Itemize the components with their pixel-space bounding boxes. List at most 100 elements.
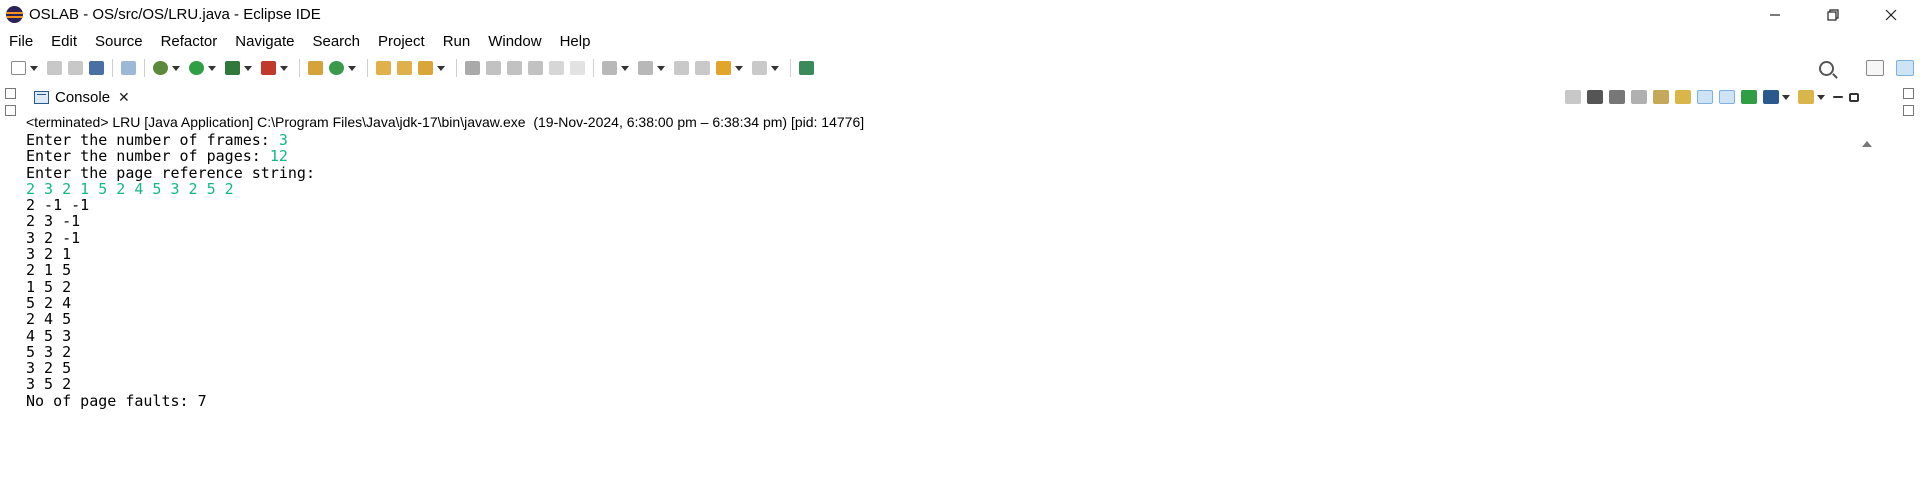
show-on-stdout-icon[interactable] [1675, 90, 1691, 104]
new-package-icon[interactable] [308, 61, 323, 75]
previous-annotation-icon[interactable] [638, 61, 653, 75]
open-type-icon[interactable] [376, 61, 391, 75]
coverage-icon[interactable] [225, 61, 240, 75]
menu-edit[interactable]: Edit [42, 33, 86, 50]
scroll-up-arrow-icon[interactable] [1862, 141, 1872, 147]
external-tools-icon[interactable] [261, 61, 276, 75]
chevron-down-icon[interactable] [172, 65, 180, 71]
skip-breakpoints-icon[interactable] [121, 61, 136, 75]
console-line: Enter the page reference string: [26, 164, 1876, 181]
toggle-highlight-icon[interactable] [486, 61, 501, 75]
console-tab-bar: Console ✕ [20, 82, 1876, 112]
terminate-icon[interactable] [1565, 90, 1581, 104]
chevron-down-icon[interactable] [244, 65, 252, 71]
chevron-down-icon[interactable] [735, 65, 743, 71]
pin-editor-icon[interactable] [799, 61, 814, 75]
open-console-icon[interactable] [1798, 90, 1814, 104]
chevron-down-icon[interactable] [621, 65, 629, 71]
toggle-annotation-icon[interactable] [465, 61, 480, 75]
chevron-down-icon[interactable] [1817, 94, 1825, 100]
open-task-icon[interactable] [397, 61, 412, 75]
java-perspective-icon[interactable] [1896, 60, 1914, 76]
console-line: 1 5 2 [26, 279, 1876, 295]
show-whitespace-icon[interactable] [549, 61, 564, 75]
right-trim [1896, 82, 1920, 504]
open-perspective-icon[interactable] [1866, 60, 1884, 76]
package-explorer-icon[interactable] [4, 105, 16, 116]
chevron-down-icon[interactable] [1782, 94, 1790, 100]
back-icon[interactable] [716, 61, 731, 75]
restore-button[interactable] [1804, 0, 1862, 29]
console-output[interactable]: Enter the number of frames: 3 Enter the n… [20, 132, 1876, 409]
debug-icon[interactable] [153, 61, 168, 75]
menu-source[interactable]: Source [86, 33, 152, 50]
show-whitespace-icon[interactable] [570, 61, 585, 75]
restore-view-icon[interactable] [1902, 88, 1914, 99]
close-button[interactable] [1862, 0, 1920, 29]
menu-file[interactable]: File [0, 33, 42, 50]
console-user-input: 2 3 2 1 5 2 4 5 3 2 5 2 [26, 179, 234, 198]
toolbar-divider [593, 59, 594, 77]
close-tab-icon[interactable]: ✕ [118, 89, 130, 106]
restore-icon [1827, 8, 1839, 21]
console-line: 2 4 5 [26, 311, 1876, 327]
remove-launch-icon[interactable] [1587, 90, 1603, 104]
menu-help[interactable]: Help [551, 33, 600, 50]
menu-run[interactable]: Run [434, 33, 480, 50]
console-line: 2 1 5 [26, 262, 1876, 278]
vertical-scrollbar[interactable] [1858, 134, 1876, 504]
next-annotation-icon[interactable] [602, 61, 617, 75]
chevron-down-icon[interactable] [30, 65, 38, 71]
show-whitespace-icon[interactable] [528, 61, 543, 75]
console-line: 3 2 -1 [26, 230, 1876, 246]
forward-icon[interactable] [752, 61, 767, 75]
chevron-down-icon[interactable] [657, 65, 665, 71]
console-line-text: 3 2 5 [26, 359, 72, 378]
menu-window[interactable]: Window [479, 33, 550, 50]
run-icon[interactable] [189, 61, 204, 75]
console-line-text: 2 -1 -1 [26, 196, 90, 215]
toolbar-right [1819, 54, 1920, 82]
menu-search[interactable]: Search [303, 33, 369, 50]
new-class-icon[interactable] [329, 61, 344, 75]
minimize-button[interactable] [1746, 0, 1804, 29]
chevron-down-icon[interactable] [280, 65, 288, 71]
restore-view-icon[interactable] [4, 88, 16, 99]
outline-icon[interactable] [1902, 105, 1914, 116]
save-all-icon[interactable] [68, 61, 83, 75]
launch-status: <terminated> LRU [Java Application] C:\P… [26, 114, 865, 130]
menu-project[interactable]: Project [369, 33, 434, 50]
window-title: OSLAB - OS/src/OS/LRU.java - Eclipse IDE [29, 6, 321, 23]
last-edit-icon[interactable] [695, 61, 710, 75]
block-selection-icon[interactable] [507, 61, 522, 75]
word-wrap-icon[interactable] [1653, 90, 1669, 104]
remove-all-terminated-icon[interactable] [1609, 90, 1625, 104]
terminal-icon[interactable] [89, 61, 104, 75]
maximize-view-icon[interactable] [1849, 92, 1859, 102]
chevron-down-icon[interactable] [437, 65, 445, 71]
search-toolbar-icon[interactable] [418, 61, 433, 75]
chevron-down-icon[interactable] [348, 65, 356, 71]
pin-console-icon[interactable] [1741, 90, 1757, 104]
console-line: No of page faults: 7 [26, 393, 1876, 409]
show-on-stderr-icon[interactable] [1697, 90, 1713, 104]
tab-console[interactable]: Console ✕ [26, 84, 136, 110]
scroll-lock-icon[interactable] [1631, 90, 1647, 104]
menu-navigate[interactable]: Navigate [226, 33, 303, 50]
save-icon[interactable] [47, 61, 62, 75]
display-console-icon[interactable] [1763, 90, 1779, 104]
eclipse-logo-icon [6, 6, 23, 23]
show-on-stderr-icon[interactable] [1719, 90, 1735, 104]
console-user-input: 3 [278, 131, 288, 149]
search-icon[interactable] [1819, 60, 1834, 76]
menu-refactor[interactable]: Refactor [152, 33, 227, 50]
new-icon[interactable] [11, 61, 26, 75]
last-edit-icon[interactable] [674, 61, 689, 75]
chevron-down-icon[interactable] [771, 65, 779, 71]
console-line-text: 3 2 -1 [26, 228, 81, 247]
chevron-down-icon[interactable] [208, 65, 216, 71]
minimize-view-icon[interactable] [1833, 96, 1843, 98]
console-line-text: 4 5 3 [26, 326, 72, 345]
console-line-text: No of page faults: 7 [26, 391, 207, 410]
console-line: 3 2 1 [26, 246, 1876, 262]
